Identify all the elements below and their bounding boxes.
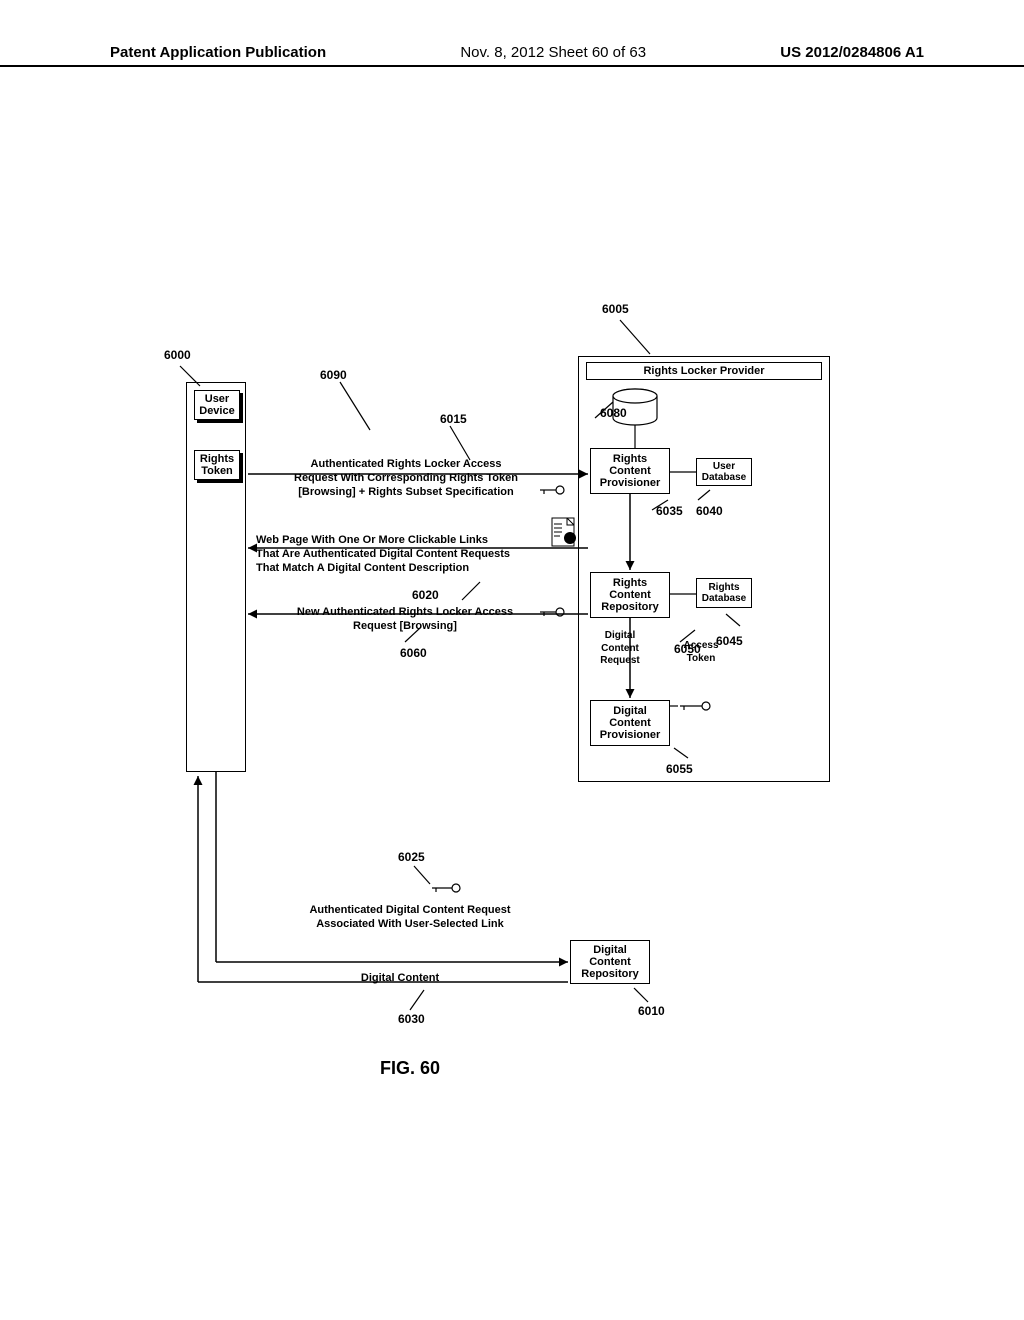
ref-6060: 6060 bbox=[400, 646, 427, 660]
figure-caption: FIG. 60 bbox=[380, 1058, 440, 1079]
ref-6025: 6025 bbox=[398, 850, 425, 864]
ref-6020: 6020 bbox=[412, 588, 439, 602]
ref-6005: 6005 bbox=[602, 302, 629, 316]
msg-6015-label: Authenticated Rights Locker Access Reque… bbox=[256, 458, 556, 499]
ref-6010: 6010 bbox=[638, 1004, 665, 1018]
ref-6090: 6090 bbox=[320, 368, 347, 382]
rights-database-box: Rights Database bbox=[696, 578, 752, 608]
ref-6000: 6000 bbox=[164, 348, 191, 362]
header-mid: Nov. 8, 2012 Sheet 60 of 63 bbox=[460, 44, 646, 61]
header-right: US 2012/0284806 A1 bbox=[780, 44, 924, 61]
figure-diagram: User Device Rights Token Rights Locker P… bbox=[140, 310, 870, 1060]
ref-6080: 6080 bbox=[600, 406, 627, 420]
user-database-box: User Database bbox=[696, 458, 752, 486]
msg-6060-label: New Authenticated Rights Locker Access R… bbox=[260, 606, 550, 634]
ref-6055: 6055 bbox=[666, 762, 693, 776]
user-device-outer bbox=[186, 382, 246, 772]
rights-token-box: Rights Token bbox=[194, 450, 240, 480]
rights-locker-provider-title: Rights Locker Provider bbox=[586, 362, 822, 380]
msg-6025-label: Authenticated Digital Content Request As… bbox=[270, 904, 550, 932]
digital-content-request-label: Digital Content Request bbox=[590, 630, 650, 668]
ref-6045: 6045 bbox=[716, 634, 743, 648]
rights-content-repository-box: Rights Content Repository bbox=[590, 572, 670, 618]
rights-content-provisioner-box: Rights Content Provisioner bbox=[590, 448, 670, 494]
msg-6020-label: Web Page With One Or More Clickable Link… bbox=[256, 534, 566, 575]
digital-content-provisioner-box: Digital Content Provisioner bbox=[590, 700, 670, 746]
ref-6030: 6030 bbox=[398, 1012, 425, 1026]
page-header: Patent Application Publication Nov. 8, 2… bbox=[0, 44, 1024, 67]
ref-6040: 6040 bbox=[696, 504, 723, 518]
header-left: Patent Application Publication bbox=[110, 44, 326, 61]
msg-6030-label: Digital Content bbox=[340, 972, 460, 986]
ref-6050: 6050 bbox=[674, 642, 701, 656]
ref-6015: 6015 bbox=[440, 412, 467, 426]
digital-content-repository-box: Digital Content Repository bbox=[570, 940, 650, 984]
ref-6035: 6035 bbox=[656, 504, 683, 518]
user-device-box: User Device bbox=[194, 390, 240, 420]
